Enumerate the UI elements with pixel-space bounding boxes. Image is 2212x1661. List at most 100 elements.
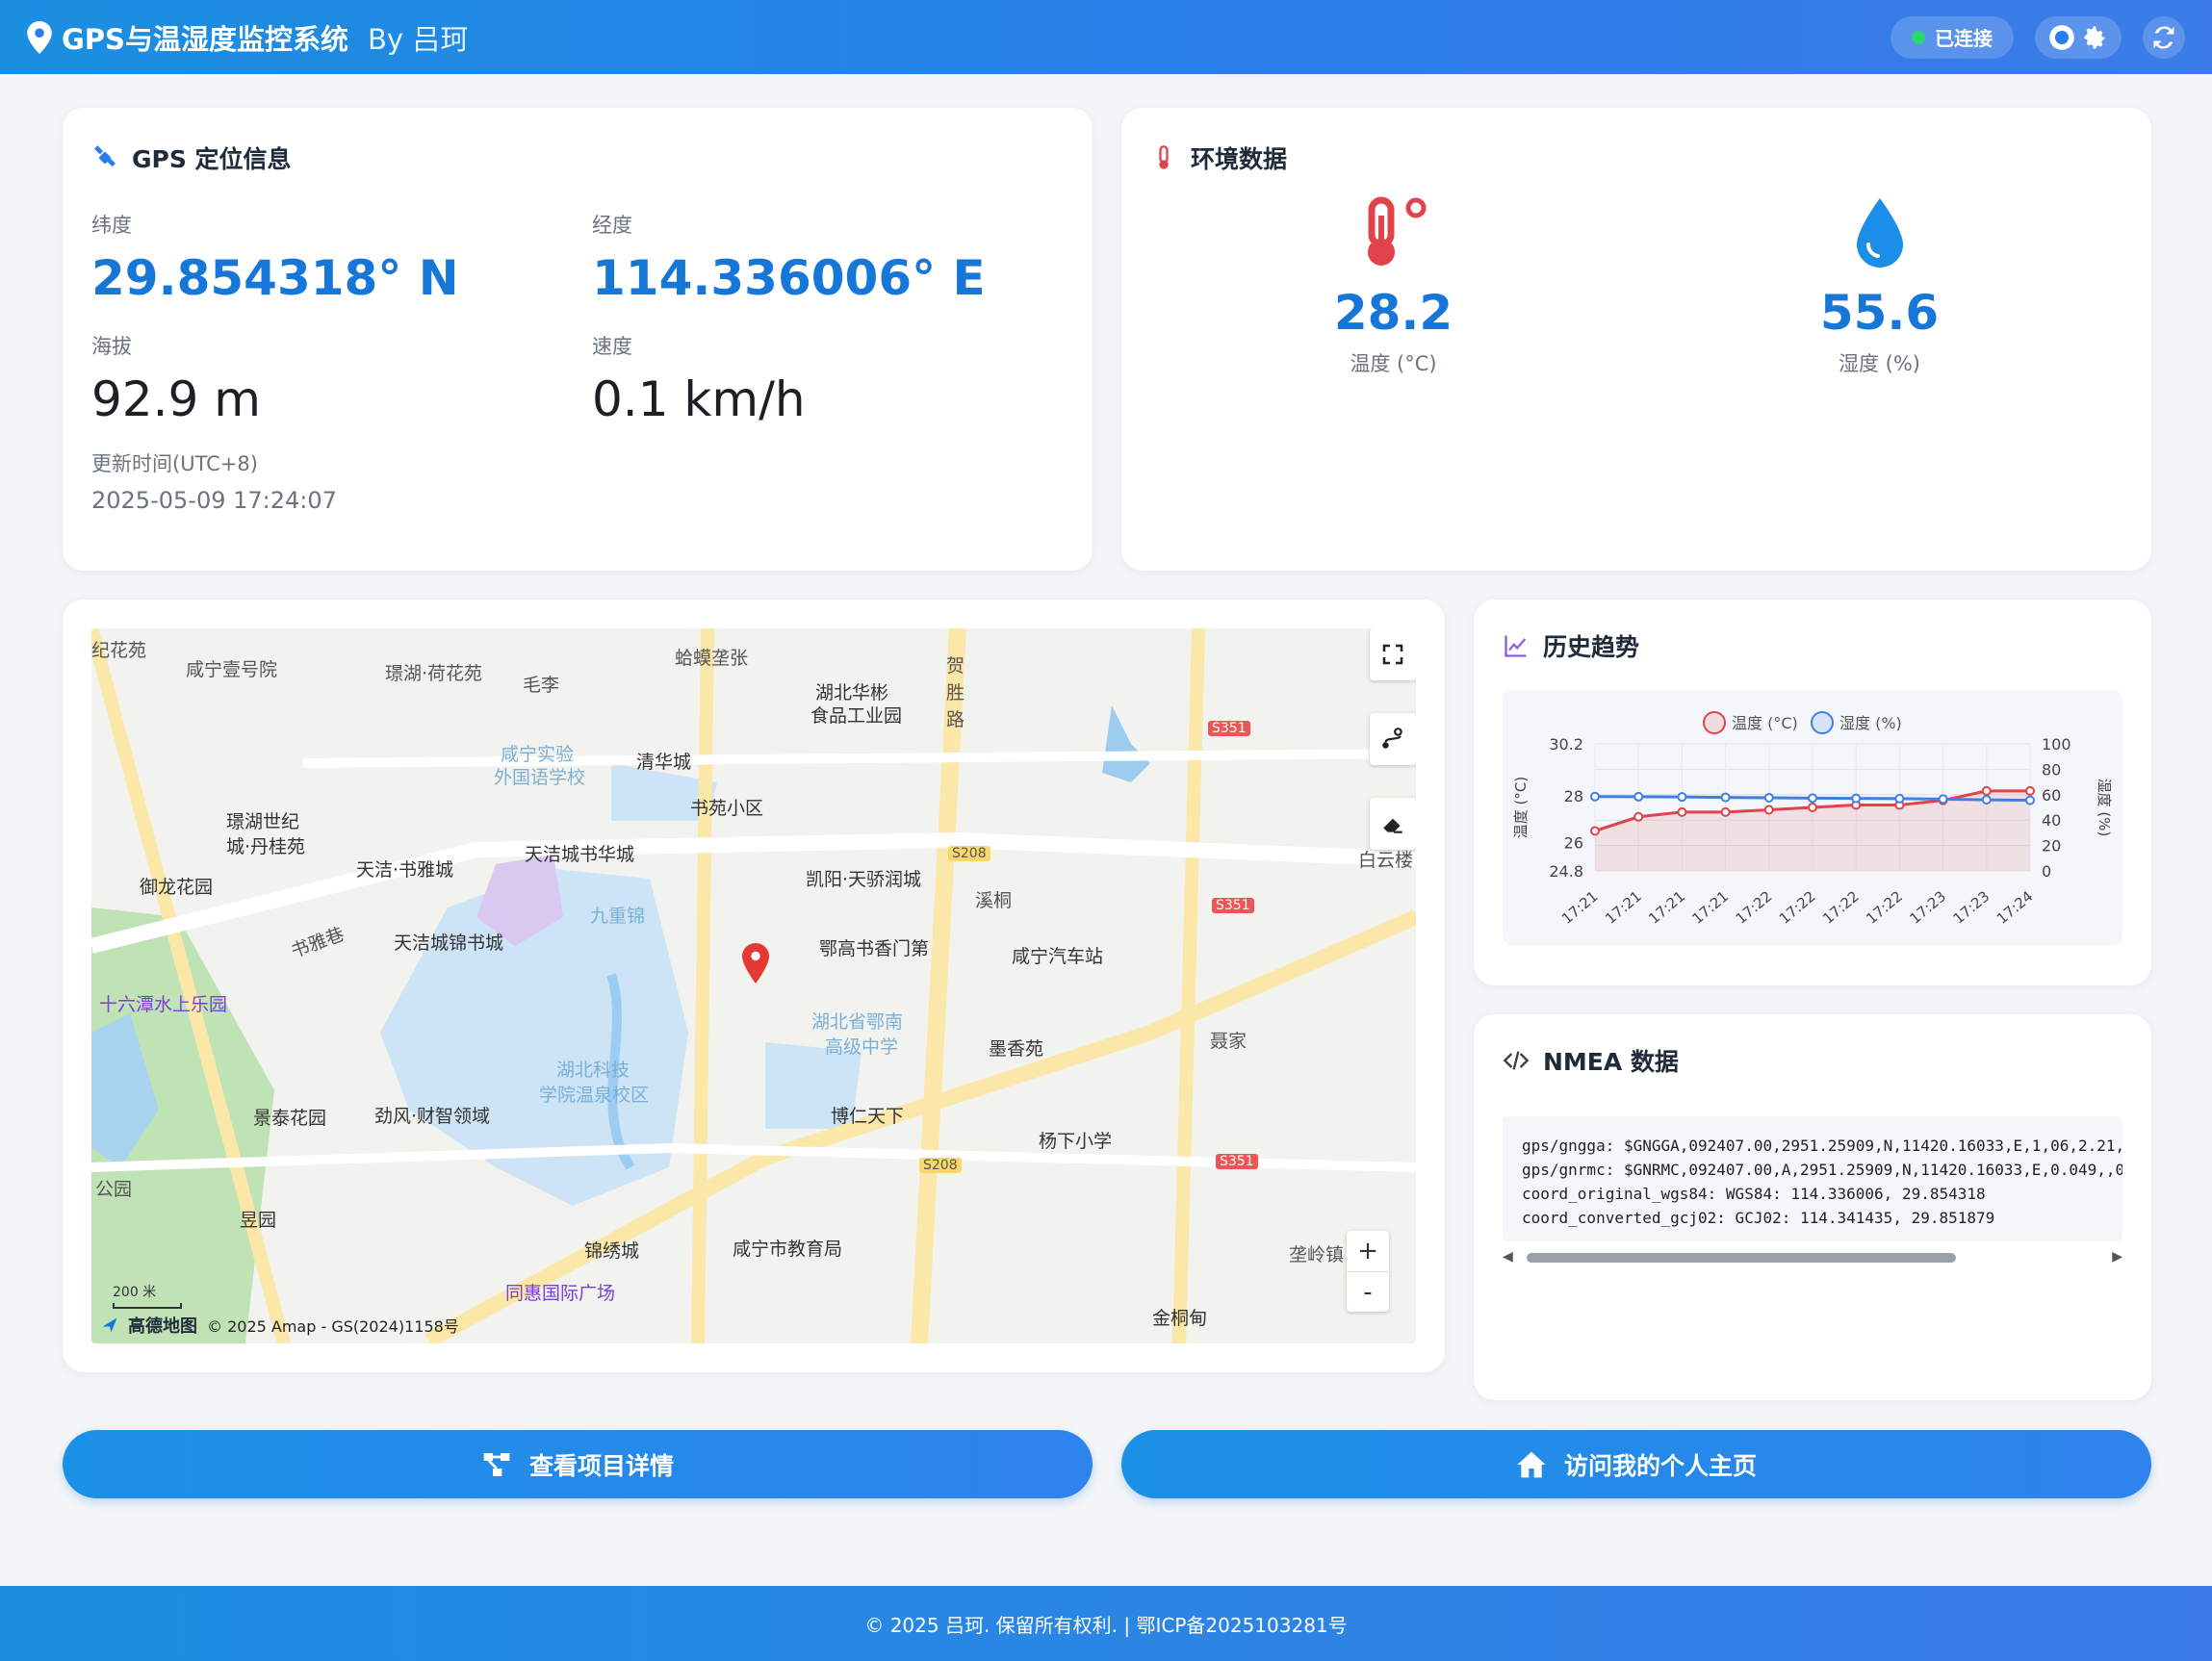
data-point — [1851, 793, 1862, 804]
y-axis-label: 温度 (°C) — [1512, 777, 1530, 838]
nmea-title: NMEA 数据 — [1543, 1048, 1679, 1076]
longitude-field: 经度 114.336006° E — [592, 210, 1073, 306]
y-tick-label: 30.2 — [1549, 735, 1583, 754]
map-label: 十六潭水上乐园 — [99, 994, 228, 1015]
zoom-in-button[interactable]: + — [1347, 1231, 1389, 1271]
scrollbar-thumb[interactable] — [1526, 1253, 1956, 1263]
history-card: 历史趋势 30.2 28 26 24.8 100 80 60 40 20 0 17:21 17:21 1… — [1474, 600, 2151, 985]
speed-value: 0.1 km/h — [592, 371, 806, 427]
map-label: 咸宁实验 — [501, 744, 575, 765]
x-tick-label: 17:24 — [1993, 887, 2037, 928]
y-right-tick-label: 80 — [2042, 760, 2061, 779]
map-label: 垄岭镇 — [1289, 1244, 1345, 1265]
map-label: 九重锦 — [590, 906, 646, 927]
scroll-left-arrow-icon[interactable]: ◀ — [1503, 1249, 1513, 1265]
data-point — [1808, 793, 1817, 804]
data-point — [1763, 805, 1774, 815]
legend-label: 湿度 (%) — [1839, 714, 1902, 732]
history-chart[interactable]: 30.2282624.810080604020017:21 17:21 17:21 1… — [1503, 690, 2122, 945]
visit-homepage-label: 访问我的个人主页 — [1563, 1451, 1757, 1480]
map-label: 璟湖世纪 — [226, 811, 300, 832]
history-title: 历史趋势 — [1543, 633, 1640, 661]
altitude-field: 海拔 92.9 m — [91, 331, 592, 427]
y-right-tick-label: 0 — [2042, 862, 2051, 881]
x-tick-label: 17:22 — [1819, 887, 1863, 928]
legend-label: 温度 (°C) — [1732, 714, 1798, 732]
brand: GPS与温湿度监控系统 By 吕珂 — [27, 17, 468, 58]
road-shield: S351 — [1208, 721, 1250, 736]
gps-card: GPS 定位信息 纬度 29.854318° N 经度 114.336006° … — [63, 108, 1093, 571]
zoom-out-button[interactable]: - — [1347, 1271, 1389, 1312]
map-label: 湖北省鄂南 — [811, 1011, 904, 1033]
y-right-tick-label: 60 — [2042, 786, 2061, 805]
map-label: 溪桐 — [975, 890, 1013, 911]
amap-logo-text: 高德地图 — [128, 1316, 197, 1337]
map-label: 纪花苑 — [91, 640, 147, 661]
map-label: 杨下小学 — [1039, 1131, 1113, 1152]
y-tick-label: 26 — [1564, 834, 1583, 853]
map-label: 博仁天下 — [831, 1106, 905, 1127]
x-tick-label: 17:23 — [1906, 887, 1949, 928]
map-label: 湖北科技 — [556, 1060, 630, 1081]
data-point — [1633, 811, 1644, 822]
connection-status: 已连接 — [1890, 15, 2014, 59]
footer-text[interactable]: © 2025 吕珂. 保留所有权利. | 鄂ICP备2025103281号 — [864, 1610, 1347, 1638]
data-point — [1677, 806, 1687, 817]
road-shield: S351 — [1212, 898, 1254, 913]
map-attribution: 高德地图 © 2025 Amap - GS(2024)1158号 — [101, 1313, 459, 1338]
view-project-details-button[interactable]: 查看项目详情 — [63, 1430, 1093, 1498]
scrollbar-track[interactable] — [1521, 1250, 2104, 1264]
app-title: GPS与温湿度监控系统 — [62, 22, 348, 56]
humidity-value: 55.6 — [1819, 285, 1940, 341]
altitude-value: 92.9 m — [91, 371, 261, 427]
refresh-button[interactable] — [2143, 15, 2185, 59]
map-copyright[interactable]: © 2025 Amap - GS(2024)1158号 — [207, 1314, 459, 1337]
data-point — [1677, 792, 1687, 803]
data-point — [1938, 794, 1948, 805]
map-pin-icon — [27, 20, 52, 54]
latitude-field: 纬度 29.854318° N — [91, 210, 592, 306]
longitude-label: 经度 — [592, 214, 632, 237]
map-label: 景泰花园 — [253, 1108, 327, 1129]
x-tick-label: 17:21 — [1602, 887, 1645, 928]
location-marker-icon[interactable] — [742, 942, 769, 984]
map-label: 清华城 — [636, 752, 692, 773]
data-point — [2025, 795, 2035, 805]
settings-toggle[interactable] — [2035, 15, 2122, 59]
data-point — [1763, 792, 1774, 803]
y-tick-label: 24.8 — [1549, 862, 1583, 881]
map-label: 墨香苑 — [989, 1038, 1044, 1060]
map-label: 咸宁壹号院 — [186, 659, 278, 680]
updated-time-label: 更新时间(UTC+8) — [91, 452, 258, 475]
map-label: 毛李 — [523, 675, 560, 696]
nmea-scrollbar[interactable]: ◀ ▶ — [1503, 1249, 2122, 1265]
scale-label: 200 米 — [113, 1285, 157, 1300]
y-right-tick-label: 100 — [2042, 735, 2071, 754]
route-button[interactable] — [1370, 713, 1416, 765]
map-label: 蛤蟆垄张 — [675, 648, 749, 669]
clear-button[interactable] — [1370, 798, 1416, 850]
fullscreen-button[interactable] — [1370, 628, 1416, 680]
scroll-right-arrow-icon[interactable]: ▶ — [2112, 1249, 2122, 1265]
history-chart-container: 30.2 28 26 24.8 100 80 60 40 20 0 17:21 17:21 17:21 1… — [1503, 690, 2122, 945]
thermometer-small-icon — [1159, 145, 1169, 169]
line-chart-icon — [1505, 635, 1527, 657]
y-right-tick-label: 40 — [2042, 811, 2061, 830]
updated-time-field: 更新时间(UTC+8) 2025-05-09 17:24:07 — [91, 448, 1064, 514]
map-label: 天洁城书华城 — [525, 844, 635, 865]
amap-logo-icon — [102, 1317, 117, 1333]
x-tick-label: 17:22 — [1863, 887, 1906, 928]
legend-swatch — [1703, 711, 1726, 734]
status-dot-icon — [1912, 30, 1925, 44]
map-label: 同惠国际广场 — [505, 1283, 616, 1304]
map-label: 凯阳·天骄润城 — [806, 869, 922, 890]
road-shield: S208 — [948, 846, 990, 861]
data-point — [1981, 785, 1992, 796]
map-label: 路 — [946, 709, 965, 730]
nmea-output[interactable]: gps/gngga: $GNGGA,092407.00,2951.25909,N… — [1503, 1116, 2122, 1241]
map-view[interactable]: 纪花苑 咸宁壹号院 璟湖·荷花苑 毛李 蛤蟆垄张 湖北华彬 食品工业园 贺 胜 … — [91, 628, 1416, 1343]
satellite-icon — [94, 145, 116, 167]
visit-homepage-button[interactable]: 访问我的个人主页 — [1121, 1430, 2151, 1498]
data-point — [1720, 792, 1731, 803]
map-label: 贺 — [946, 655, 965, 677]
